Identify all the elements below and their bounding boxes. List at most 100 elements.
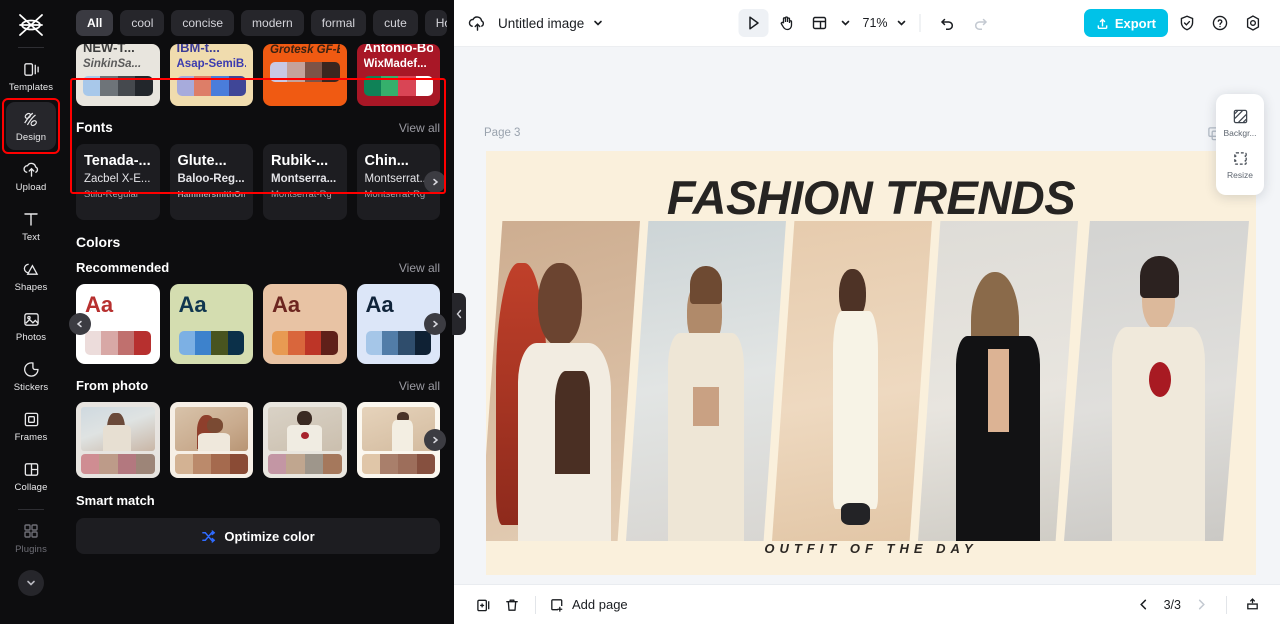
palette-card[interactable]: Aa [263,284,347,364]
photo-palette-card[interactable] [76,402,160,478]
next-page-button[interactable] [1189,593,1213,617]
sidebar-item-photos[interactable]: Photos [6,302,56,350]
from-photo-view-all-link[interactable]: View all [399,379,440,393]
sidebar-item-label: Frames [14,431,48,443]
from-photo-next-button[interactable] [424,429,446,451]
chip-cute[interactable]: cute [373,9,418,36]
swatch-bar [363,76,433,96]
fonts-next-button[interactable] [424,171,446,193]
sidebar-item-upload[interactable]: Upload [6,152,56,200]
chip-all[interactable]: All [76,9,114,36]
palette-aa-label: Aa [272,292,301,317]
resize-button[interactable]: Resize [1216,144,1264,186]
sidebar-item-design[interactable]: Design [2,98,60,154]
chip-cool[interactable]: cool [120,9,165,36]
canvas-title-text[interactable]: FASHION TRENDS [486,170,1256,225]
font-card-line1: Glute... [177,153,227,169]
design-canvas[interactable]: FASHION TRENDS OUTFIT OF THE DAY [486,151,1256,575]
font-card[interactable]: Tenada-... Zacbel X-E... Stilu-Regular [76,144,160,220]
redo-button[interactable] [966,9,996,37]
font-preview-line2: Asap-SemiB... [176,58,247,70]
font-preview-line1: Antonio-Bold [363,44,434,55]
font-card[interactable]: Rubik-... Montserra... Montserrat-Rg [263,144,347,220]
swatch-bar [176,76,246,96]
recommended-view-all-link[interactable]: View all [399,261,440,275]
canvas-subtitle-text[interactable]: OUTFIT OF THE DAY [486,541,1256,556]
collage-icon [23,460,40,479]
optimize-color-button[interactable]: Optimize color [76,518,440,554]
font-card-line3: HammersmithOn... [177,189,246,199]
sidebar-item-label: Design [15,131,47,143]
hand-icon [779,15,795,31]
panel-collapse-button[interactable] [452,293,466,335]
bottom-divider [535,595,536,614]
zoom-level-value[interactable]: 71% [863,16,893,30]
sidebar-item-label: Upload [15,181,47,193]
recommended-next-button[interactable] [424,313,446,335]
chip-formal[interactable]: formal [310,9,367,36]
shield-icon[interactable] [1173,9,1201,37]
zoom-chevron-down-icon[interactable] [896,17,908,29]
hand-tool-button[interactable] [772,9,802,37]
help-circle-icon[interactable] [1206,9,1234,37]
layout-tool-button[interactable] [805,9,835,37]
canvas-photo-5[interactable] [1064,221,1249,541]
title-chevron-down-icon[interactable] [592,17,604,29]
select-tool-button[interactable] [738,9,769,37]
prev-page-button[interactable] [1132,593,1156,617]
canvas-photo-1[interactable] [486,221,640,541]
font-card[interactable]: Glute... Baloo-Reg... HammersmithOn... [169,144,253,220]
palette-card[interactable]: Aa [169,284,253,364]
delete-page-button[interactable] [498,592,526,618]
pagination-group: 3/3 [1132,593,1264,617]
settings-gear-icon[interactable] [1239,9,1267,37]
sidebar-item-label: Shapes [14,281,48,293]
resize-icon [1232,150,1249,167]
fonts-view-all-link[interactable]: View all [399,121,440,135]
sidebar-item-plugins[interactable]: Plugins [6,514,56,562]
font-preview-card[interactable]: Antonio-Bold WixMadef... [356,44,440,106]
swatch-bar [81,454,155,474]
sidebar-item-shapes[interactable]: Shapes [6,252,56,300]
sidebar-item-templates[interactable]: Templates [6,52,56,100]
add-page-button[interactable]: Add page [549,597,628,613]
panel-scroll-area[interactable]: NEW-T... SinkinSa... IBM-t... Asap-SemiB… [62,44,454,624]
duplicate-page-button[interactable] [470,592,498,618]
document-title[interactable]: Untitled image [498,16,584,31]
rail-expand-button[interactable] [18,570,44,596]
export-button[interactable]: Export [1083,9,1168,37]
sidebar-item-text[interactable]: Text [6,202,56,250]
chip-concise[interactable]: concise [171,9,235,36]
swatch-bar [174,454,248,474]
palette-aa-label: Aa [178,292,207,317]
chip-holiday[interactable]: Holiday [424,9,447,36]
sidebar-item-collage[interactable]: Collage [6,452,56,500]
sidebar-item-frames[interactable]: Frames [6,402,56,450]
cursor-icon [746,15,762,31]
photo-palette-card[interactable] [169,402,253,478]
recommended-prev-button[interactable] [69,313,91,335]
frames-icon [23,410,40,429]
sidebar-item-stickers[interactable]: Stickers [6,352,56,400]
font-preview-card[interactable]: NEW-T... SinkinSa... [76,44,160,106]
undo-button[interactable] [933,9,963,37]
capcut-logo-icon[interactable] [14,10,48,40]
layout-chevron-down-icon[interactable] [840,17,852,29]
font-preview-card[interactable]: IBM-t... Asap-SemiB... [169,44,253,106]
font-preview-card[interactable]: Grotesk GF-B... [263,44,347,106]
font-preview-line1: IBM-t... [176,44,220,55]
photo-palette-card[interactable] [263,402,347,478]
chip-modern[interactable]: modern [241,9,304,36]
resize-label: Resize [1227,170,1253,180]
canvas-stage[interactable]: Page 3 FASHION TRENDS OUTFIT OF THE DAY … [454,47,1280,584]
filter-chip-row: All cool concise modern formal cute Holi… [62,0,454,44]
stickers-icon [23,360,40,379]
canvas-photo-4[interactable] [918,221,1078,541]
canvas-photo-3[interactable] [772,221,932,541]
page-indicator: 3/3 [1163,597,1181,612]
rail-divider-2 [18,509,44,510]
present-button[interactable] [1240,593,1264,617]
cloud-upload-icon[interactable] [467,14,488,33]
background-button[interactable]: Backgr... [1216,102,1264,144]
canvas-photo-2[interactable] [626,221,786,541]
